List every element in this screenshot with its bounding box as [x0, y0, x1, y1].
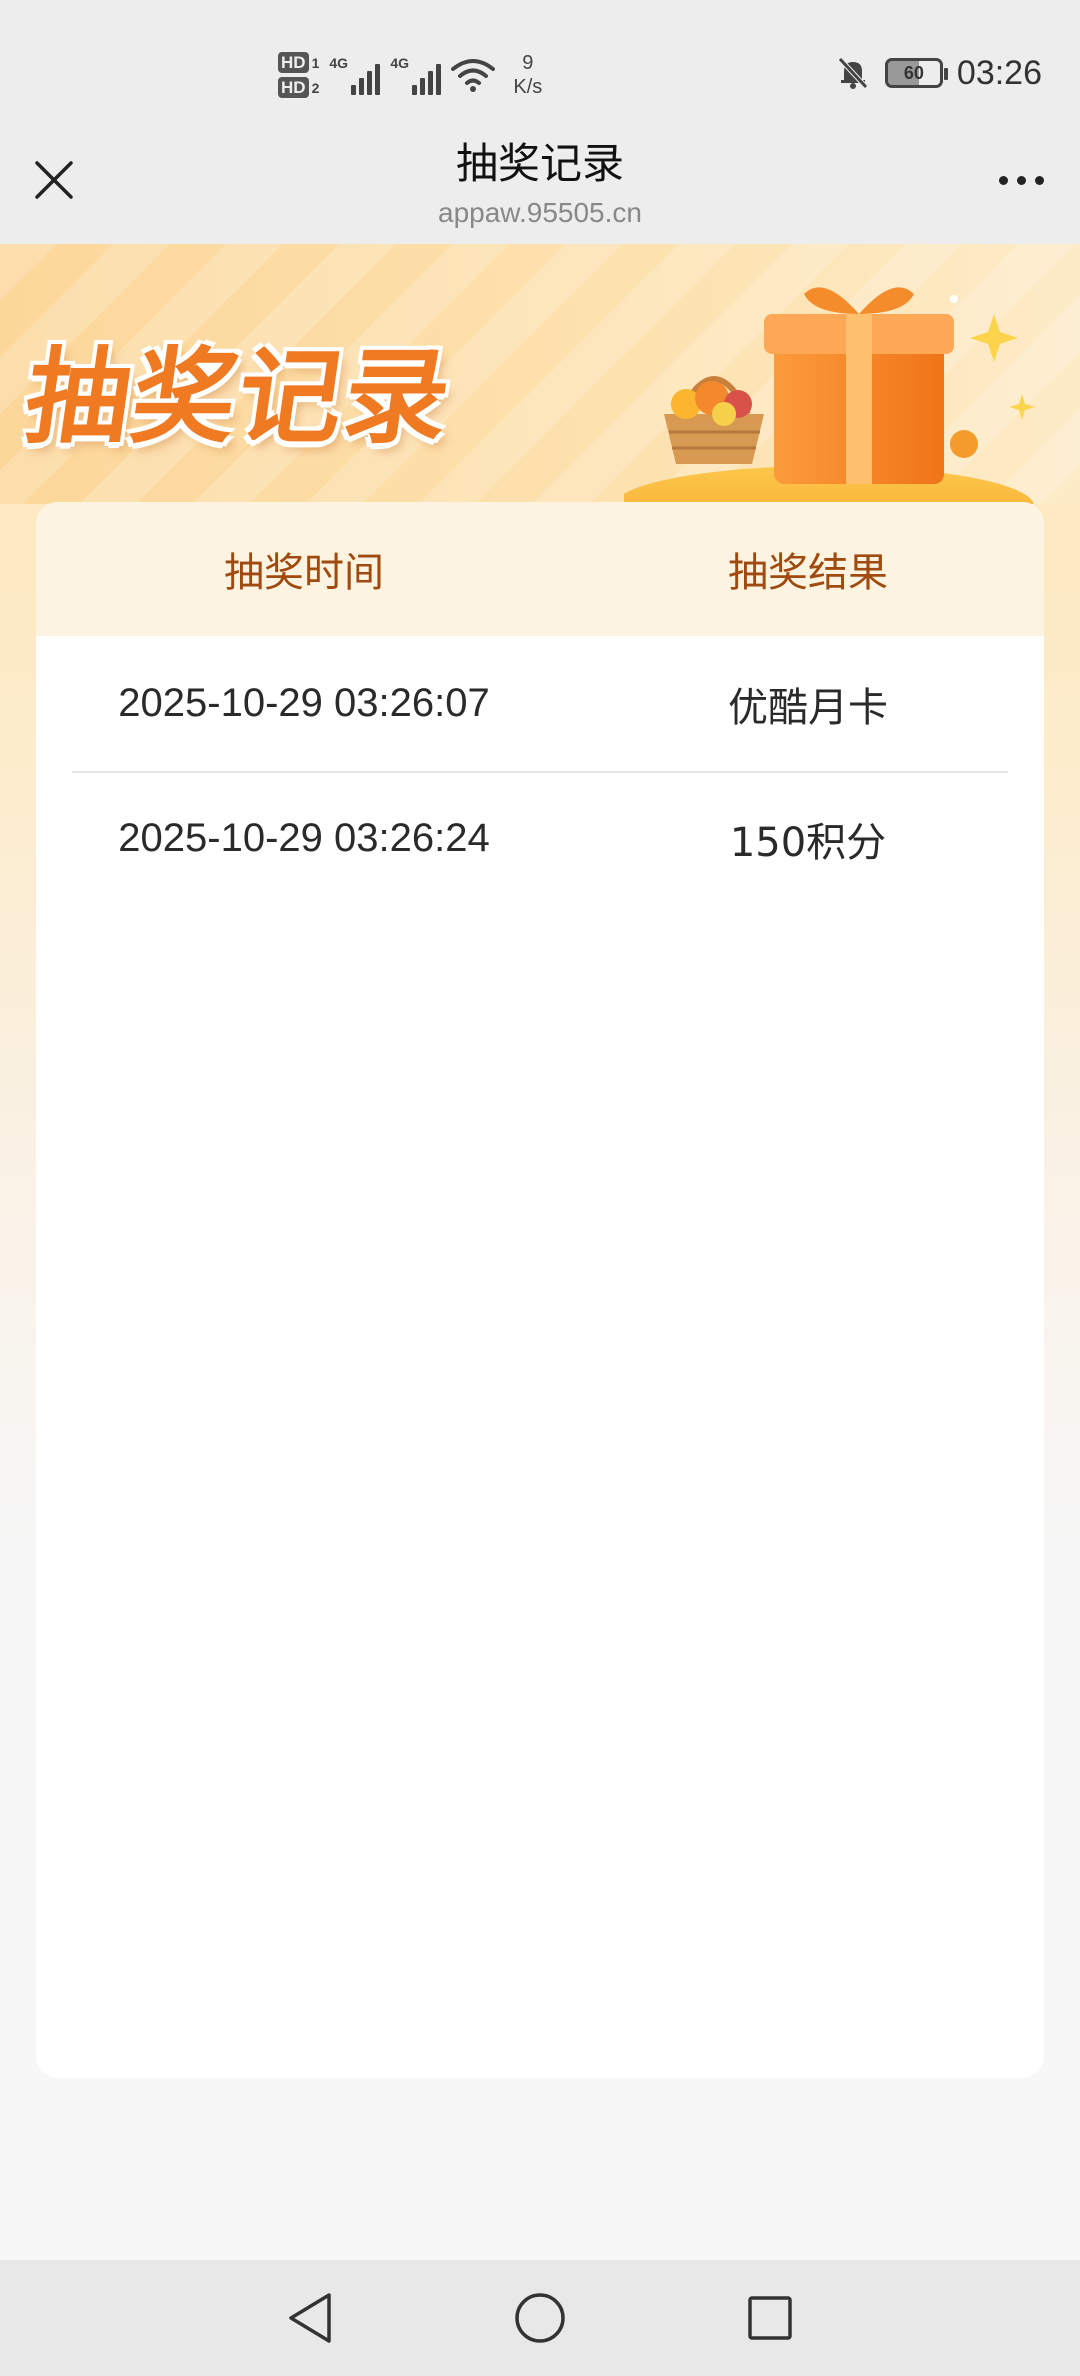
nav-recents-button[interactable]	[738, 2286, 802, 2350]
nav-back-button[interactable]	[278, 2286, 342, 2350]
page-content: 抽奖记录 抽奖时间 抽奖结果 2025-10-29 03:26:07 优酷月卡 …	[0, 244, 1080, 2260]
sim2-index: 2	[311, 79, 320, 96]
title-group: 抽奖记录 appaw.95505.cn	[0, 130, 1080, 229]
speed-unit: K/s	[513, 76, 543, 98]
system-nav-bar	[0, 2260, 1080, 2376]
network-type-2: 4G	[390, 55, 410, 71]
more-dot-icon	[1016, 175, 1026, 185]
battery-indicator: 60	[884, 58, 948, 88]
gift-basket-illustration	[624, 287, 1035, 504]
sim1-index: 1	[311, 54, 320, 71]
recents-square-icon	[748, 2296, 792, 2340]
draw-time-cell: 2025-10-29 03:26:07	[118, 681, 490, 725]
back-triangle-icon	[289, 2293, 331, 2343]
signal-1-icon: 4G	[329, 55, 381, 95]
sim2-hd-badge: HD	[278, 77, 309, 98]
records-card: 抽奖时间 抽奖结果 2025-10-29 03:26:07 优酷月卡 2025-…	[36, 502, 1044, 2078]
table-header: 抽奖时间 抽奖结果	[36, 502, 1044, 636]
draw-result-cell: 150积分	[729, 819, 887, 866]
sim-indicators: HD 1 HD 2	[278, 52, 319, 98]
sim1-hd-badge: HD	[278, 52, 309, 73]
status-right: 60 03:26	[835, 48, 1042, 98]
speed-value: 9	[522, 52, 534, 74]
more-dot-icon	[1034, 175, 1044, 185]
bell-off-icon	[838, 57, 868, 89]
page-title: 抽奖记录	[455, 139, 624, 188]
draw-result-cell: 优酷月卡	[728, 684, 888, 731]
network-type-1: 4G	[329, 55, 349, 71]
hero-title: 抽奖记录	[18, 335, 460, 458]
network-speed: 9 K/s	[513, 51, 542, 99]
nav-home-button[interactable]	[508, 2286, 572, 2350]
draw-time-cell: 2025-10-29 03:26:24	[118, 816, 490, 860]
more-dot-icon	[998, 175, 1008, 185]
column-header-result: 抽奖结果	[728, 550, 888, 596]
sim1-indicator: HD 1	[278, 52, 319, 73]
status-left: HD 1 HD 2 4G 4G 9 K/s	[278, 40, 542, 110]
table-row: 2025-10-29 03:26:07 优酷月卡	[36, 636, 1044, 771]
wifi-icon	[451, 59, 496, 92]
home-circle-icon	[515, 2293, 565, 2343]
status-time: 03:26	[956, 53, 1042, 92]
sim2-indicator: HD 2	[278, 77, 319, 98]
page-url: appaw.95505.cn	[438, 197, 642, 228]
hero-banner: 抽奖记录	[0, 244, 1080, 504]
column-header-time: 抽奖时间	[224, 550, 384, 596]
signal-2-icon: 4G	[390, 55, 442, 95]
more-menu-button[interactable]	[986, 158, 1056, 202]
title-bar: 抽奖记录 appaw.95505.cn	[0, 120, 1080, 244]
table-row: 2025-10-29 03:26:24 150积分	[36, 771, 1044, 906]
